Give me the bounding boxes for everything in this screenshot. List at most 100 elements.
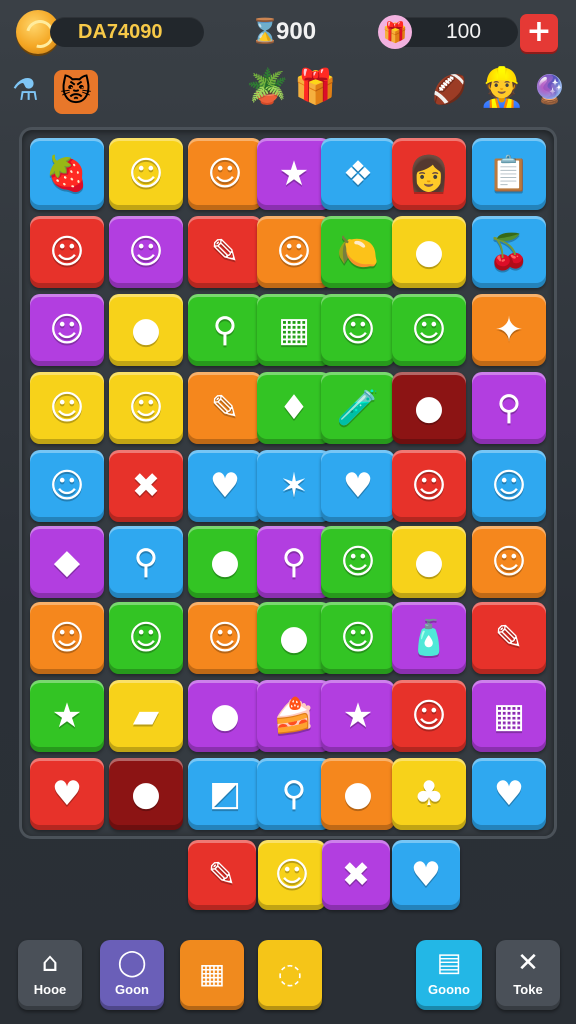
- avatar-icon[interactable]: 👷: [478, 68, 525, 106]
- nav-button[interactable]: ▤ Goono: [416, 940, 482, 1010]
- board-tile[interactable]: ♥: [321, 450, 395, 522]
- board-tile[interactable]: ☺: [392, 450, 466, 522]
- board-tile[interactable]: ☺: [30, 216, 104, 288]
- board-tile[interactable]: 🧪: [321, 372, 395, 444]
- board-tile[interactable]: ☺: [392, 680, 466, 752]
- drip-face-icon: ☺: [340, 542, 376, 582]
- board-tile[interactable]: ◩: [188, 758, 262, 830]
- star-icon: ★: [278, 154, 310, 194]
- spare-tile[interactable]: ✎: [188, 840, 256, 910]
- board-tile[interactable]: ☺: [392, 294, 466, 366]
- board-tile[interactable]: ☺: [472, 450, 546, 522]
- board-tile[interactable]: 🍰: [257, 680, 331, 752]
- board-tile[interactable]: ●: [392, 526, 466, 598]
- board-tile[interactable]: ✦: [472, 294, 546, 366]
- board-tile[interactable]: ●: [392, 372, 466, 444]
- board-tile[interactable]: ▦: [472, 680, 546, 752]
- board-tile[interactable]: ★: [30, 680, 104, 752]
- board-tile[interactable]: ✶: [257, 450, 331, 522]
- board-tile[interactable]: ☺: [109, 216, 183, 288]
- board-tile[interactable]: 🧴: [392, 602, 466, 674]
- board-tile[interactable]: ●: [188, 680, 262, 752]
- smiley-icon: ☺: [128, 154, 164, 194]
- add-gems-button[interactable]: +: [520, 14, 558, 52]
- board-tile[interactable]: ▦: [257, 294, 331, 366]
- gift-box-icon[interactable]: 🎁: [294, 70, 336, 104]
- board-tile[interactable]: ☺: [30, 602, 104, 674]
- board-tile[interactable]: ♥: [30, 758, 104, 830]
- board-tile[interactable]: ☺: [321, 294, 395, 366]
- lollipop-icon: ⚲: [133, 542, 159, 582]
- board-tile[interactable]: ♥: [188, 450, 262, 522]
- board-tile[interactable]: ♣: [392, 758, 466, 830]
- board-tile[interactable]: ✎: [188, 216, 262, 288]
- board-tile[interactable]: ☺: [188, 138, 262, 210]
- board-tile[interactable]: ☺: [30, 450, 104, 522]
- board-tile[interactable]: ★: [257, 138, 331, 210]
- board-tile[interactable]: ●: [188, 526, 262, 598]
- board-tile[interactable]: ⚲: [257, 526, 331, 598]
- jar-icon: 🧴: [407, 618, 451, 658]
- potion-icon[interactable]: ⚗: [12, 76, 39, 106]
- board-tile[interactable]: ☺: [109, 372, 183, 444]
- nav-button[interactable]: ◯ Goon: [100, 940, 164, 1010]
- board-tile[interactable]: 🍓: [30, 138, 104, 210]
- board-tile[interactable]: ●: [257, 602, 331, 674]
- plant-pot-icon[interactable]: 🪴: [246, 70, 288, 104]
- spare-tile[interactable]: ☺: [258, 840, 326, 910]
- board-tile[interactable]: ☺: [472, 526, 546, 598]
- board-tile[interactable]: ✎: [472, 602, 546, 674]
- board-tile[interactable]: ☺: [109, 602, 183, 674]
- monster-mask-icon[interactable]: 😾: [54, 70, 98, 114]
- board-tile[interactable]: ☺: [109, 138, 183, 210]
- nav-button[interactable]: ▦: [180, 940, 244, 1010]
- board-tile[interactable]: ●: [109, 294, 183, 366]
- board-tile[interactable]: 👩: [392, 138, 466, 210]
- heart-icon: ♥: [51, 774, 83, 814]
- board-tile[interactable]: ❖: [321, 138, 395, 210]
- nav-button[interactable]: ◌: [258, 940, 322, 1010]
- spare-tile[interactable]: ✖: [322, 840, 390, 910]
- board-tile[interactable]: ☺: [321, 526, 395, 598]
- board-tile[interactable]: 📋: [472, 138, 546, 210]
- feather-icon: ✎: [207, 855, 237, 895]
- board-tile[interactable]: ✎: [188, 372, 262, 444]
- board-tile[interactable]: ✖: [109, 450, 183, 522]
- board-tile[interactable]: ⚲: [188, 294, 262, 366]
- nav-label: Goono: [428, 982, 470, 997]
- board-tile[interactable]: ★: [321, 680, 395, 752]
- nav-button[interactable]: ✕ Toke: [496, 940, 560, 1010]
- crystal-icon[interactable]: 🔮: [532, 76, 567, 104]
- ball-icon[interactable]: 🏈: [432, 76, 467, 104]
- tooth-icon: ❖: [342, 154, 374, 194]
- board-tile[interactable]: 🍋: [321, 216, 395, 288]
- board-tile[interactable]: ⚲: [472, 372, 546, 444]
- apple-icon: ♥: [209, 466, 241, 506]
- board-tile[interactable]: ▰: [109, 680, 183, 752]
- cross-icon: ✖: [131, 466, 161, 506]
- board-tile[interactable]: ●: [109, 758, 183, 830]
- spare-tile[interactable]: ♥: [392, 840, 460, 910]
- board-tile[interactable]: ♦: [257, 372, 331, 444]
- home-icon: ⌂: [41, 948, 59, 978]
- board-tile[interactable]: ♥: [472, 758, 546, 830]
- board-tile[interactable]: ☺: [188, 602, 262, 674]
- berry-icon: 🍓: [45, 154, 89, 194]
- board-tile[interactable]: ●: [321, 758, 395, 830]
- board-tile[interactable]: ⚲: [257, 758, 331, 830]
- coins-counter: DA74090: [50, 17, 204, 47]
- board-tile[interactable]: ☺: [30, 372, 104, 444]
- nav-button[interactable]: ⌂ Hooe: [18, 940, 82, 1010]
- blob-face-icon: ☺: [340, 310, 376, 350]
- board-tile[interactable]: ☺: [321, 602, 395, 674]
- board-tile[interactable]: ☺: [257, 216, 331, 288]
- shop-icon: ▤: [436, 948, 462, 978]
- balloon-icon: ●: [131, 774, 161, 814]
- drop-face-icon: ☺: [128, 232, 164, 272]
- board-tile[interactable]: ●: [392, 216, 466, 288]
- board-tile[interactable]: ⚲: [109, 526, 183, 598]
- board-tile[interactable]: ☺: [30, 294, 104, 366]
- board-tile[interactable]: ◆: [30, 526, 104, 598]
- blob-face-icon: ☺: [276, 232, 312, 272]
- board-tile[interactable]: 🍒: [472, 216, 546, 288]
